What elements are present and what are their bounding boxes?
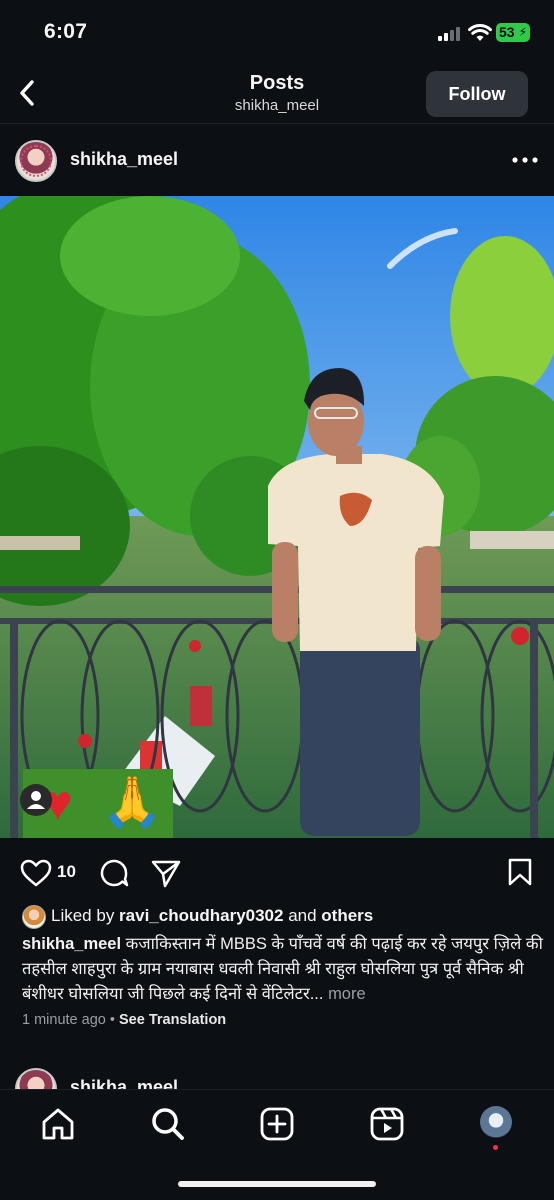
comment-icon[interactable] [98,857,130,889]
avatar[interactable] [15,1068,57,1090]
avatar[interactable] [15,140,57,182]
home-indicator[interactable] [178,1181,376,1187]
status-bar: 6:07 53 ⚡ [0,0,554,62]
battery-level: 53 [499,24,515,40]
post-actions: 10 [0,838,554,902]
photo-scene [0,196,554,838]
battery-indicator: 53 ⚡ [496,23,530,42]
charging-bolt-icon: ⚡ [518,25,527,39]
home-icon[interactable] [40,1106,76,1142]
cellular-signal-icon [438,27,460,41]
heart-icon[interactable] [20,858,52,888]
search-icon[interactable] [150,1106,186,1142]
liked-by-row[interactable]: Liked by ravi_choudhary0302 and others [22,904,542,929]
plus-square-icon[interactable] [259,1106,295,1142]
status-time: 6:07 [44,20,88,43]
liked-by-others[interactable]: others [321,906,373,925]
folded-hands-emoji: 🙏 [101,774,164,830]
liked-by-user[interactable]: ravi_choudhary0302 [119,906,283,925]
caption-more-link[interactable]: more [328,985,366,1003]
post-meta: 1 minute ago • See Translation [22,1012,226,1028]
post-caption: shikha_meel कजाकिस्तान में MBBS के पाँचव… [22,932,544,1007]
send-icon[interactable] [150,857,182,889]
liker-avatar [22,905,46,929]
wifi-icon [468,24,492,41]
liked-by-text[interactable]: Liked by ravi_choudhary0302 and others [51,906,373,926]
see-translation-link[interactable]: See Translation [119,1012,226,1028]
bookmark-icon[interactable] [506,857,534,887]
more-horizontal-icon[interactable] [510,154,540,166]
profile-avatar[interactable] [480,1106,512,1138]
post-photo[interactable]: ♥ 🙏 [0,196,554,838]
tagged-people-icon[interactable] [20,784,52,816]
notification-dot [493,1145,498,1150]
reels-icon[interactable] [369,1106,405,1142]
top-header: Posts shikha_meel Follow [0,62,554,124]
post-time: 1 minute ago [22,1012,106,1028]
caption-username[interactable]: shikha_meel [22,935,121,953]
meta-separator: • [109,1012,115,1028]
follow-button[interactable]: Follow [426,71,528,117]
like-count[interactable]: 10 [57,862,76,882]
next-post-header: shikha_meel ••• [0,1066,554,1090]
post-header: shikha_meel [0,124,554,196]
post-username[interactable]: shikha_meel [70,149,178,170]
